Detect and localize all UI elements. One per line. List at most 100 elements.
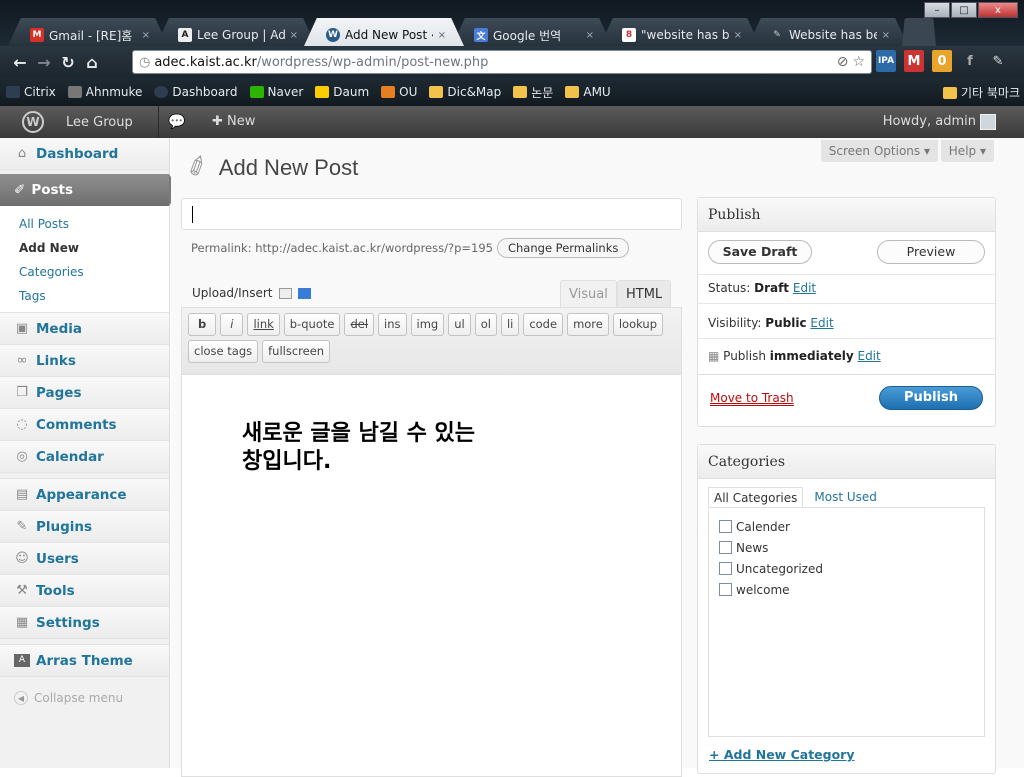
site-name-link[interactable]: Lee Group (66, 115, 133, 130)
popup-blocked-icon[interactable]: ⊘ (837, 54, 849, 70)
forward-arrow-icon[interactable]: → (32, 53, 56, 72)
address-bar[interactable]: ◷ adec.kaist.ac.kr/wordpress/wp-admin/po… (132, 50, 872, 74)
wordpress-logo-icon[interactable]: W (22, 111, 44, 133)
quicktag-ol-button[interactable]: ol (474, 313, 497, 336)
post-title-input[interactable] (181, 198, 682, 230)
avatar[interactable] (980, 114, 996, 130)
browser-tab-gmail[interactable]: M Gmail - [RE]홈 × (8, 18, 168, 46)
other-bookmarks[interactable]: 기타 북마크 (942, 84, 1020, 101)
reload-icon[interactable]: ↻ (56, 53, 80, 72)
preview-button[interactable]: Preview (877, 240, 985, 264)
ipa-extension-icon[interactable]: IPA (876, 50, 896, 72)
bookmark-naver[interactable]: Naver (249, 85, 303, 99)
submenu-tags[interactable]: Tags (19, 284, 169, 308)
sidebar-item-arras-theme[interactable]: A Arras Theme (0, 645, 169, 677)
sidebar-item-comments[interactable]: ◌ Comments (0, 409, 169, 441)
collapse-menu-button[interactable]: ◀ Collapse menu (0, 677, 169, 705)
category-checkbox[interactable] (719, 562, 732, 575)
quicktag-del-button[interactable]: del (344, 313, 375, 336)
submenu-all-posts[interactable]: All Posts (19, 212, 169, 236)
quicktag-ul-button[interactable]: ul (448, 313, 471, 336)
category-item-uncategorized[interactable]: Uncategorized (719, 558, 974, 579)
gmail-extension-icon[interactable]: M (904, 50, 924, 72)
facebook-extension-icon[interactable]: f (960, 50, 980, 72)
sidebar-item-pages[interactable]: ❐ Pages (0, 377, 169, 409)
quicktag-li-button[interactable]: li (500, 313, 520, 336)
help-button[interactable]: Help ▾ (940, 140, 994, 162)
category-checkbox[interactable] (719, 583, 732, 596)
tab-html[interactable]: HTML (617, 280, 672, 308)
sidebar-item-tools[interactable]: ⚒ Tools (0, 575, 169, 607)
browser-tab-google-translate[interactable]: 文 Google 번역 × (452, 18, 612, 46)
bookmark-citrix[interactable]: Citrix (6, 85, 56, 99)
publish-button[interactable]: Publish (879, 386, 983, 410)
tab-close-icon[interactable]: × (290, 30, 298, 41)
sidebar-item-calendar[interactable]: ◎ Calendar (0, 441, 169, 473)
tab-close-icon[interactable]: × (142, 30, 150, 41)
add-image-icon[interactable] (278, 287, 292, 299)
add-new-category-link[interactable]: + Add New Category (709, 747, 855, 762)
quicktag-link-button[interactable]: link (247, 313, 280, 336)
tab-close-icon[interactable]: × (882, 30, 890, 41)
change-permalinks-button[interactable]: Change Permalinks (496, 238, 630, 258)
category-checkbox[interactable] (719, 520, 732, 533)
back-arrow-icon[interactable]: ← (8, 53, 32, 72)
minimize-button[interactable]: – (924, 2, 950, 18)
bookmark-folder-dicmap[interactable]: Dic&Map (429, 85, 501, 99)
close-window-button[interactable]: x (978, 2, 1018, 18)
bookmark-ou[interactable]: OU (381, 85, 417, 99)
quicktag-lookup-button[interactable]: lookup (612, 313, 664, 336)
maximize-button[interactable]: □ (951, 2, 977, 18)
category-item-welcome[interactable]: welcome (719, 579, 974, 600)
new-content-menu[interactable]: ✚ New (212, 114, 255, 129)
browser-tab-website-has-been[interactable]: ✎ Website has be × (748, 18, 908, 46)
quicktag-fullscreen-button[interactable]: fullscreen (262, 340, 331, 363)
browser-tab-add-new-post[interactable]: W Add New Post ‹ × (304, 18, 464, 46)
sidebar-item-posts[interactable]: ✐ Posts (0, 174, 179, 206)
bookmark-folder-papers[interactable]: 논문 (513, 84, 553, 101)
editor-textarea[interactable]: 새로운 글을 남길 수 있는 창입니다. (242, 420, 562, 476)
screen-options-button[interactable]: Screen Options ▾ (820, 140, 938, 162)
browser-tab-lee-group[interactable]: A Lee Group | Ad × (156, 18, 316, 46)
category-item-calender[interactable]: Calender (719, 516, 974, 537)
quicktag-close-tags-button[interactable]: close tags (188, 340, 259, 363)
tab-close-icon[interactable]: × (734, 30, 742, 41)
tab-close-icon[interactable]: × (586, 30, 594, 41)
notes-extension-icon[interactable]: 0 (932, 50, 952, 72)
quicktag-img-button[interactable]: img (410, 313, 445, 336)
sidebar-item-settings[interactable]: ▦ Settings (0, 607, 169, 639)
bookmark-star-icon[interactable]: ☆ (852, 54, 865, 70)
tab-all-categories[interactable]: All Categories (708, 487, 804, 509)
save-draft-button[interactable]: Save Draft (708, 240, 812, 264)
tab-visual[interactable]: Visual (560, 280, 617, 308)
sidebar-item-plugins[interactable]: ✎ Plugins (0, 511, 169, 543)
quicktag-more-button[interactable]: more (567, 313, 609, 336)
tab-close-icon[interactable]: × (438, 30, 446, 41)
category-checkbox[interactable] (719, 541, 732, 554)
add-media-icon[interactable] (297, 287, 311, 299)
move-to-trash-link[interactable]: Move to Trash (710, 391, 794, 406)
bookmark-daum[interactable]: Daum (315, 85, 369, 99)
sidebar-item-media[interactable]: ▣ Media (0, 313, 169, 345)
quicktag-italic-button[interactable]: i (220, 313, 244, 336)
quicktag-blockquote-button[interactable]: b-quote (283, 313, 341, 336)
quicktag-code-button[interactable]: code (523, 313, 564, 336)
quicktag-bold-button[interactable]: b (188, 313, 217, 336)
edit-status-link[interactable]: Edit (793, 281, 816, 295)
submenu-add-new[interactable]: Add New (19, 236, 169, 260)
quicktag-ins-button[interactable]: ins (378, 313, 407, 336)
category-item-news[interactable]: News (719, 537, 974, 558)
tab-most-used[interactable]: Most Used (809, 487, 882, 509)
edit-publish-time-link[interactable]: Edit (857, 349, 880, 363)
sidebar-item-links[interactable]: ∞ Links (0, 345, 169, 377)
bookmark-dashboard[interactable]: Dashboard (154, 85, 238, 99)
edit-visibility-link[interactable]: Edit (810, 316, 833, 330)
sidebar-item-users[interactable]: ☺ Users (0, 543, 169, 575)
bookmark-ahnmuke[interactable]: Ahnmuke (67, 85, 142, 99)
new-tab-button[interactable] (902, 18, 936, 46)
howdy-user-menu[interactable]: Howdy, admin (883, 114, 976, 129)
page-info-icon[interactable]: ◷ (139, 55, 150, 70)
home-icon[interactable]: ⌂ (80, 53, 104, 72)
sidebar-item-dashboard[interactable]: ⌂ Dashboard (0, 138, 169, 170)
bookmark-folder-amu[interactable]: AMU (565, 85, 611, 99)
